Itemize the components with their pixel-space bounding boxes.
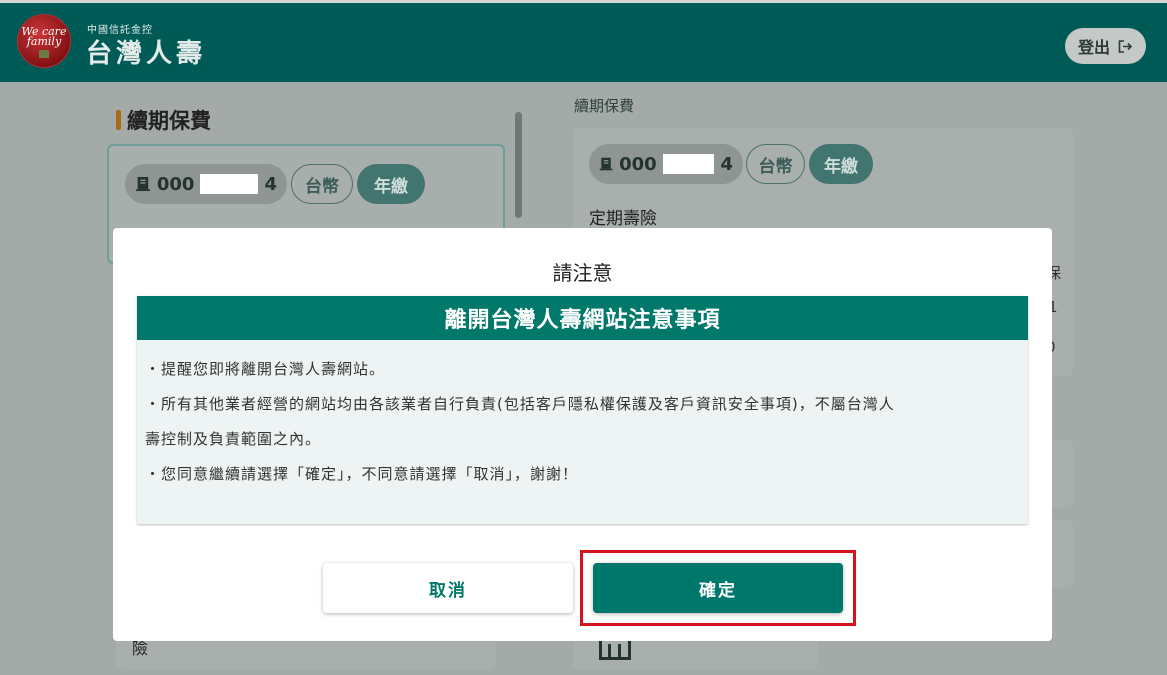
- right-product-name: 定期壽險: [589, 209, 657, 229]
- masked-digits: [200, 174, 259, 194]
- right-frequency-tag: 年繳: [809, 144, 873, 184]
- right-currency-tag: 台幣: [746, 144, 805, 184]
- notice-line-2: ・所有其他業者經營的網站均由各該業者自行負責(包括客戶隱私權保護及客戶資訊安全事…: [145, 395, 895, 413]
- logo-text: We care family: [21, 25, 67, 48]
- notice-body: ・提醒您即將離開台灣人壽網站。 ・所有其他業者經營的網站均由各該業者自行負責(包…: [145, 352, 1021, 492]
- left-section-title: 續期保費: [116, 105, 211, 135]
- logo-emblem-icon: [39, 50, 49, 58]
- notice-line-4: ・您同意繼續請選擇「確定」，不同意請選擇「取消」，謝謝！: [145, 465, 579, 483]
- building-icon: [599, 640, 631, 660]
- notice-panel: 離開台灣人壽網站注意事項 ・提醒您即將離開台灣人壽網站。 ・所有其他業者經營的網…: [137, 296, 1028, 524]
- brand-title: 台灣人壽: [86, 39, 207, 69]
- document-icon: [135, 176, 150, 192]
- notice-header: 離開台灣人壽網站注意事項: [137, 296, 1028, 340]
- left-scrollbar[interactable]: [515, 112, 522, 218]
- logout-icon: [1118, 39, 1133, 53]
- document-icon: [599, 157, 613, 171]
- section-accent-bar: [116, 110, 121, 130]
- right-section-title: 續期保費: [574, 97, 635, 115]
- logout-button[interactable]: 登出: [1065, 28, 1146, 64]
- confirm-highlight-frame: [580, 550, 856, 626]
- notice-line-1: ・提醒您即將離開台灣人壽網站。: [145, 360, 386, 378]
- brand-logo[interactable]: We care family: [17, 14, 71, 68]
- top-header: We care family 中國信託金控 台灣人壽 登出: [0, 0, 1167, 82]
- masked-digits: [662, 154, 715, 174]
- cancel-button[interactable]: 取消: [323, 563, 573, 613]
- logout-label: 登出: [1077, 38, 1110, 57]
- left-currency-tag: 台幣: [291, 164, 353, 204]
- notice-line-3: 壽控制及負責範圍之內。: [145, 430, 322, 448]
- left-policy-number: 000 4: [125, 164, 287, 204]
- right-policy-number: 000 4: [589, 144, 743, 184]
- dialog-title: 請注意: [552, 261, 613, 285]
- left-frequency-tag: 年繳: [357, 164, 425, 204]
